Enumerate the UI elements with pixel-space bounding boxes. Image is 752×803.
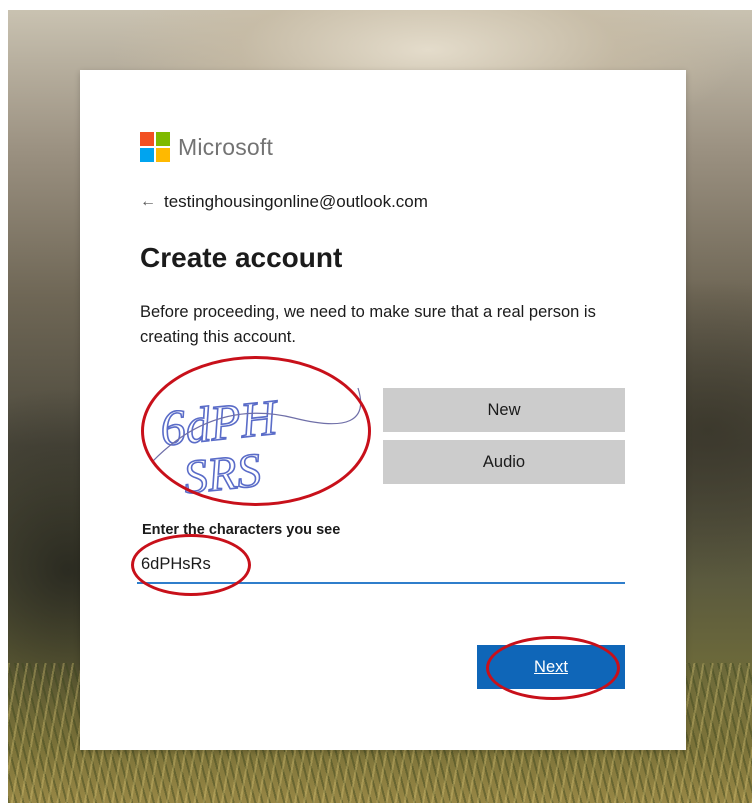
sign-up-card: Microsoft ← testinghousingonline@outlook… — [80, 70, 686, 750]
captcha-image: 6dPH SRS — [151, 388, 362, 498]
description-text: Before proceeding, we need to make sure … — [140, 303, 596, 346]
back-arrow-icon[interactable]: ← — [140, 193, 156, 211]
brand-header: Microsoft — [140, 132, 273, 162]
page-title: Create account — [140, 242, 343, 273]
next-button[interactable]: Next — [477, 645, 625, 689]
screen: Microsoft ← testinghousingonline@outlook… — [0, 0, 752, 803]
captcha-line1: 6dPH — [158, 388, 283, 456]
audio-captcha-button[interactable]: Audio — [383, 440, 625, 484]
identity-banner: ← testinghousingonline@outlook.com — [140, 192, 428, 212]
microsoft-logo-icon — [140, 132, 170, 162]
captcha-input[interactable] — [137, 546, 625, 584]
captcha-line2: SRS — [181, 444, 263, 498]
identity-email: testinghousingonline@outlook.com — [164, 192, 428, 211]
brand-name: Microsoft — [178, 133, 274, 160]
new-captcha-button[interactable]: New — [383, 388, 625, 432]
captcha-input-label: Enter the characters you see — [142, 522, 341, 538]
